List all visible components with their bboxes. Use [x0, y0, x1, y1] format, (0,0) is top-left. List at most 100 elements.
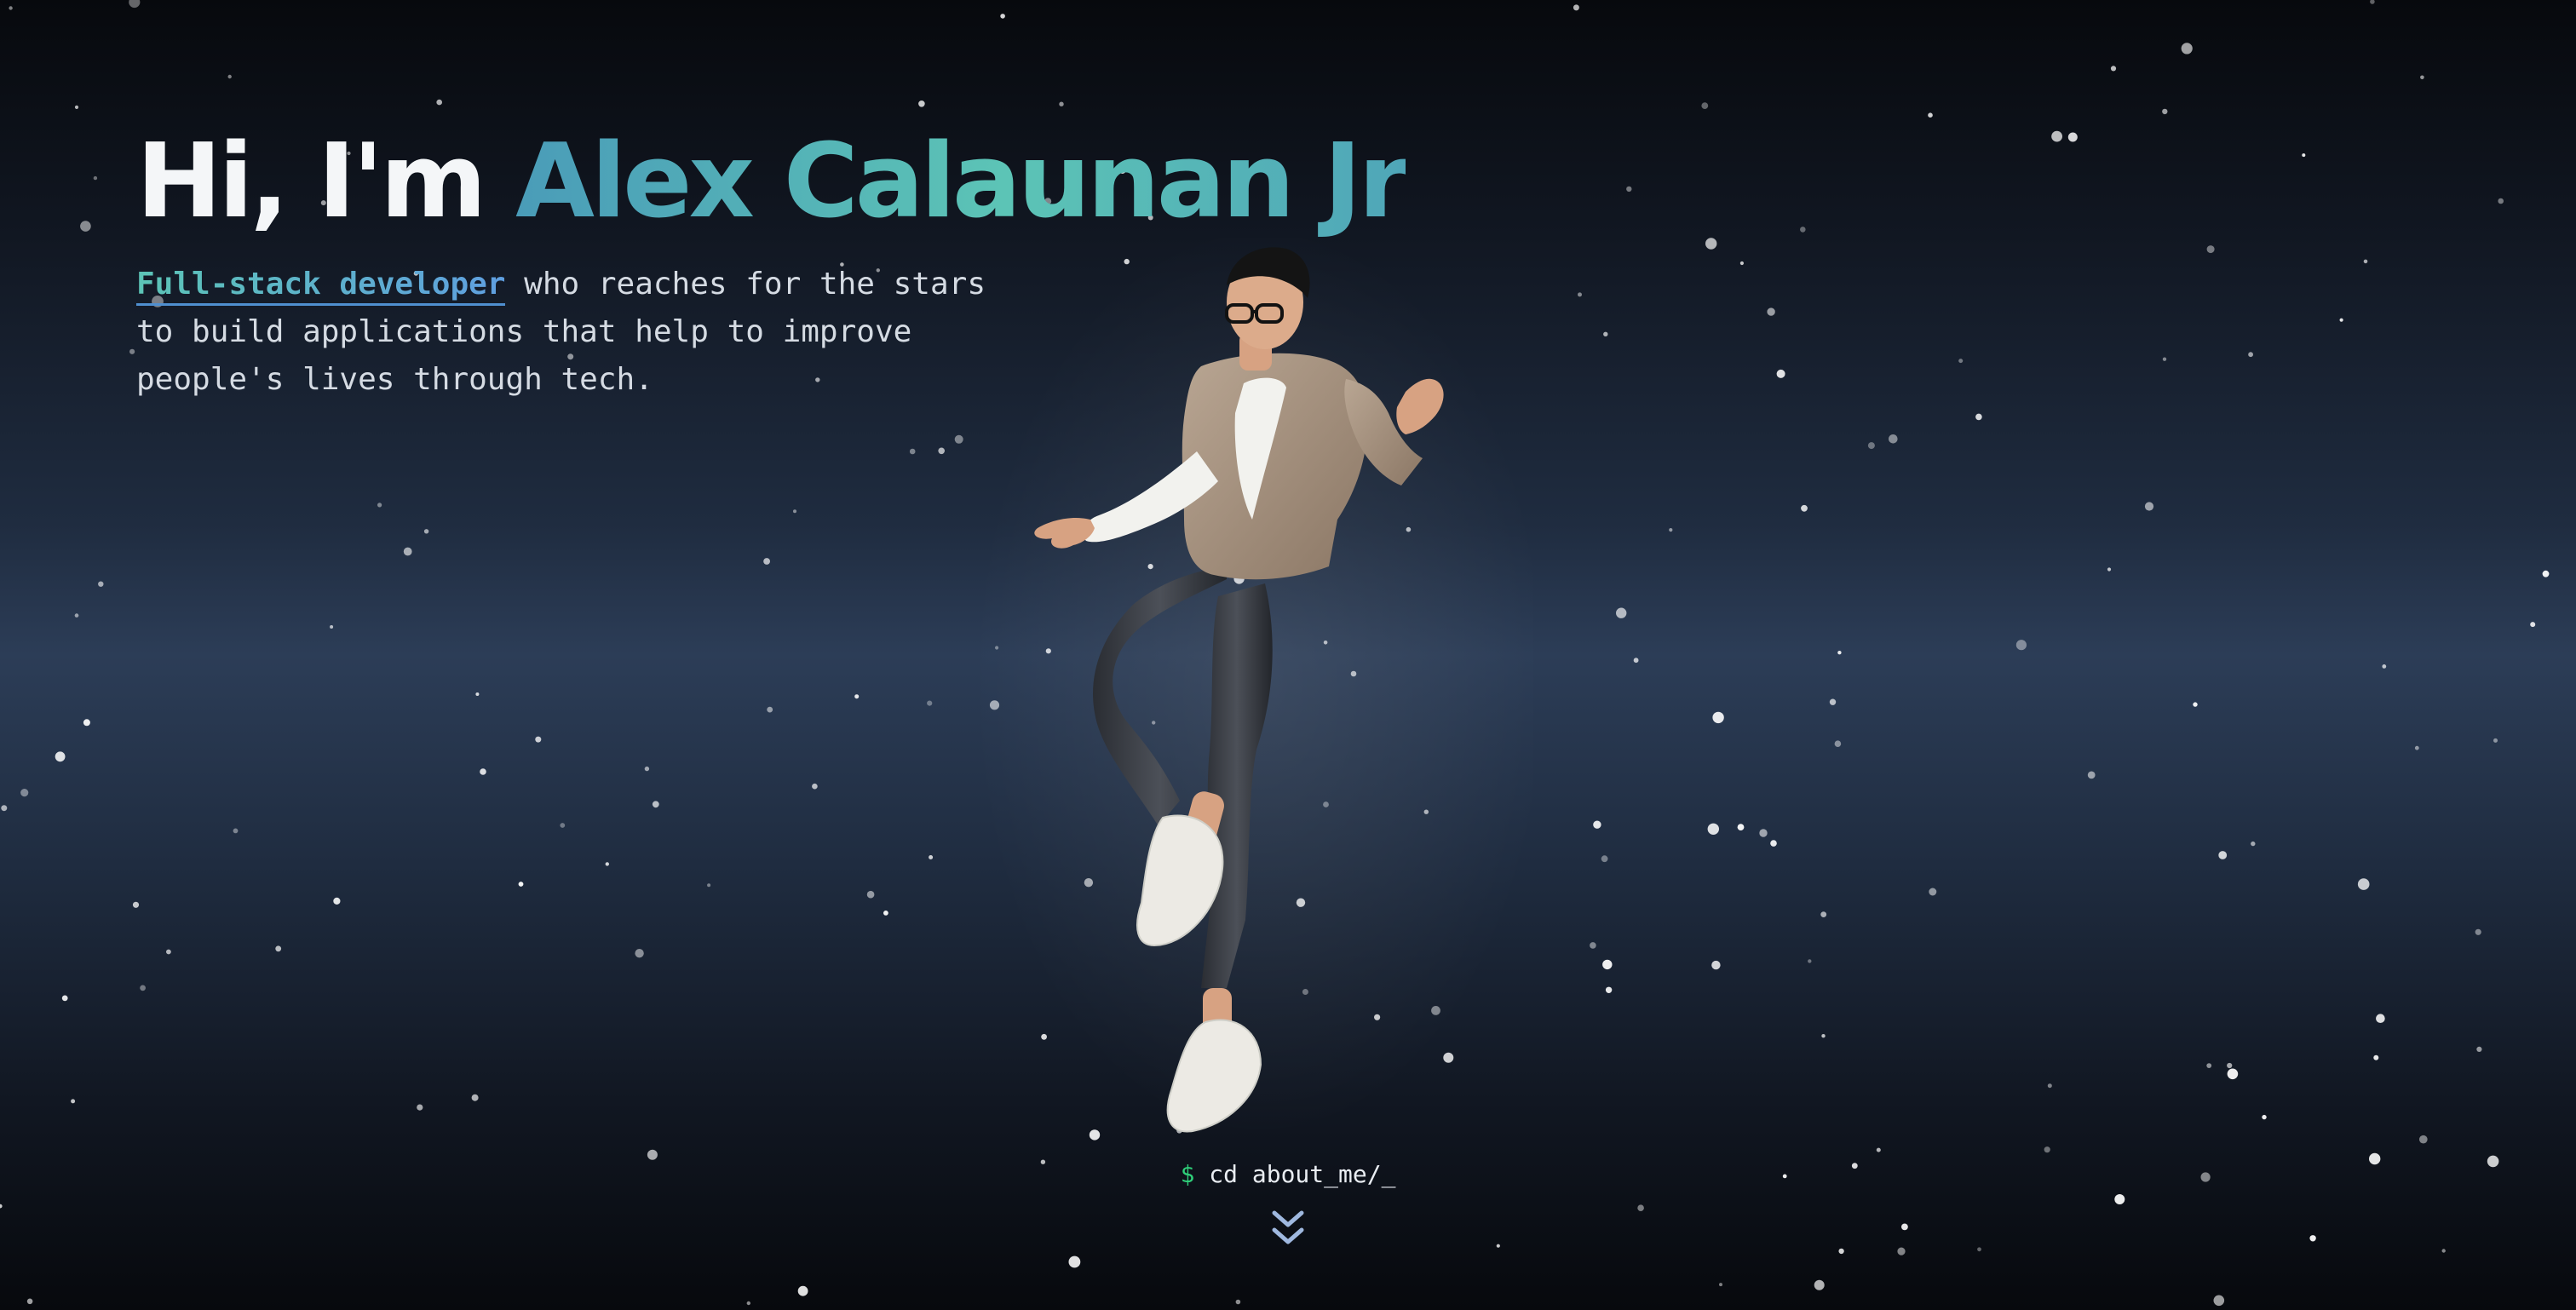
- star: [1705, 238, 1717, 250]
- star: [417, 1104, 423, 1111]
- star: [403, 547, 412, 556]
- star: [9, 6, 13, 10]
- star: [2262, 1114, 2267, 1120]
- star: [2339, 318, 2343, 322]
- star: [227, 74, 232, 79]
- star: [1496, 1244, 1500, 1248]
- star: [2087, 771, 2096, 779]
- star: [1000, 14, 1005, 19]
- star: [1814, 1279, 1825, 1290]
- role-link[interactable]: Full-stack developer: [136, 267, 506, 306]
- star: [954, 434, 963, 444]
- star: [1, 805, 8, 812]
- star: [1801, 504, 1808, 512]
- star: [1808, 959, 1812, 963]
- star: [1719, 1283, 1722, 1287]
- star: [2044, 1146, 2050, 1153]
- star: [1626, 186, 1632, 192]
- star: [2382, 664, 2387, 669]
- star: [166, 949, 171, 955]
- star: [2414, 745, 2419, 750]
- star: [2530, 622, 2536, 628]
- star: [129, 348, 135, 354]
- star: [647, 1149, 658, 1160]
- star: [80, 221, 91, 232]
- star: [275, 945, 282, 952]
- star: [1837, 651, 1842, 655]
- greeting-text: Hi, I'm: [136, 123, 516, 241]
- star: [1867, 442, 1875, 450]
- star: [2309, 1235, 2316, 1242]
- double-chevron-down-icon[interactable]: [1268, 1208, 1308, 1250]
- star: [471, 1094, 479, 1101]
- prompt-symbol: $: [1180, 1160, 1195, 1188]
- star: [797, 1285, 808, 1296]
- star: [2363, 259, 2368, 264]
- star: [1821, 1034, 1826, 1038]
- avatar-3d-figure: [980, 238, 1533, 1141]
- star: [1601, 855, 1608, 863]
- star: [2114, 1194, 2125, 1204]
- star: [2067, 132, 2078, 142]
- star: [140, 985, 147, 991]
- star: [883, 911, 888, 916]
- star: [1578, 292, 1582, 297]
- star: [55, 751, 66, 762]
- star: [1770, 840, 1777, 847]
- star: [2227, 1068, 2239, 1080]
- star: [2441, 1249, 2446, 1253]
- star: [1637, 1204, 1644, 1211]
- star: [1800, 227, 1806, 233]
- star: [2373, 1054, 2379, 1060]
- star: [1711, 960, 1721, 970]
- star: [2419, 1135, 2428, 1144]
- star: [1059, 101, 1064, 106]
- star: [1929, 888, 1937, 896]
- star: [2251, 841, 2256, 847]
- star: [1820, 911, 1827, 917]
- star: [866, 890, 875, 899]
- star: [2302, 153, 2306, 158]
- star: [2493, 738, 2498, 743]
- name-text: Alex Calaunan Jr: [515, 123, 1409, 241]
- star: [74, 613, 79, 618]
- star: [233, 828, 239, 834]
- star: [2542, 570, 2550, 577]
- tagline: Full-stack developer who reaches for the…: [136, 261, 1039, 404]
- star: [2107, 567, 2112, 572]
- star: [2206, 245, 2215, 254]
- star: [918, 101, 925, 107]
- star: [423, 529, 429, 534]
- star: [2162, 357, 2167, 361]
- star: [98, 581, 104, 587]
- star: [26, 1298, 33, 1305]
- star: [377, 503, 382, 508]
- star: [854, 694, 860, 699]
- star: [2475, 928, 2481, 935]
- star: [2376, 1014, 2385, 1023]
- star: [1901, 1223, 1908, 1231]
- star: [1616, 607, 1627, 618]
- star: [74, 105, 79, 109]
- star: [763, 558, 770, 565]
- star: [927, 700, 933, 706]
- star: [436, 99, 442, 106]
- star: [2051, 130, 2063, 142]
- star: [812, 783, 818, 790]
- terminal-cursor: _: [1381, 1160, 1396, 1188]
- star: [1737, 824, 1745, 830]
- star: [480, 768, 486, 775]
- star: [1889, 434, 1898, 444]
- star: [1834, 740, 1842, 747]
- star: [0, 1204, 3, 1209]
- star: [1669, 528, 1673, 532]
- star: [1701, 102, 1709, 109]
- star: [132, 901, 140, 908]
- star: [1712, 711, 1724, 724]
- star: [2206, 1063, 2212, 1068]
- star: [635, 949, 644, 958]
- star: [1977, 1247, 1981, 1252]
- star: [2357, 878, 2370, 890]
- star: [333, 897, 341, 905]
- terminal-prompt: $ cd about_me/_: [0, 1160, 2576, 1188]
